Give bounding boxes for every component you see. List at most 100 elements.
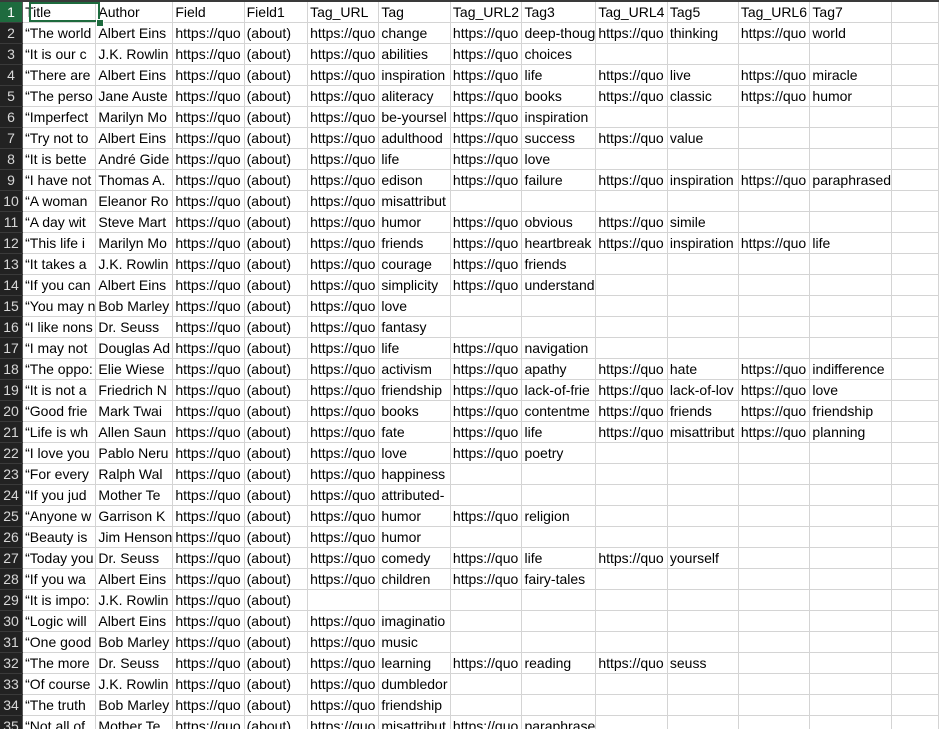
cell[interactable]: [809, 568, 893, 590]
cell[interactable]: https://quo: [595, 169, 668, 191]
row-header[interactable]: 33: [0, 673, 24, 695]
cell[interactable]: https://quo: [595, 232, 668, 254]
cell[interactable]: [450, 484, 523, 506]
cell[interactable]: (about): [244, 379, 309, 401]
cell[interactable]: https://quo: [738, 64, 811, 86]
cell[interactable]: https://quo: [307, 484, 380, 506]
cell[interactable]: [738, 106, 811, 128]
cell[interactable]: friends: [378, 232, 451, 254]
row-header[interactable]: 19: [0, 379, 24, 401]
header-cell[interactable]: Tag7: [809, 2, 893, 23]
cell[interactable]: [809, 526, 893, 548]
cell[interactable]: https://quo: [450, 274, 523, 296]
cell[interactable]: https://quo: [307, 148, 380, 170]
cell[interactable]: (about): [244, 316, 309, 338]
cell[interactable]: [809, 43, 893, 65]
cell[interactable]: https://quo: [307, 526, 380, 548]
cell[interactable]: [667, 484, 739, 506]
cell[interactable]: [891, 295, 939, 317]
cell[interactable]: paraphrased: [809, 169, 893, 191]
row-header[interactable]: 14: [0, 274, 24, 296]
cell[interactable]: [521, 526, 597, 548]
cell[interactable]: (about): [244, 127, 309, 149]
cell[interactable]: [667, 526, 739, 548]
cell[interactable]: [595, 442, 668, 464]
cell[interactable]: [521, 694, 597, 716]
cell[interactable]: https://quo: [172, 106, 245, 128]
cell[interactable]: Albert Eins: [95, 127, 174, 149]
cell[interactable]: “Beauty is: [22, 526, 97, 548]
cell[interactable]: [891, 148, 939, 170]
cell[interactable]: [595, 610, 668, 632]
row-header[interactable]: 26: [0, 526, 24, 548]
cell[interactable]: live: [667, 64, 739, 86]
row-header[interactable]: 24: [0, 484, 24, 506]
cell[interactable]: https://quo: [450, 337, 523, 359]
cell[interactable]: https://quo: [172, 358, 245, 380]
cell[interactable]: [667, 274, 739, 296]
cell[interactable]: Dr. Seuss: [95, 316, 174, 338]
cell[interactable]: Bob Marley: [95, 694, 174, 716]
cell[interactable]: https://quo: [172, 295, 245, 317]
cell[interactable]: https://quo: [307, 169, 380, 191]
cell[interactable]: religion: [521, 505, 597, 527]
cell[interactable]: friendship: [378, 379, 451, 401]
cell[interactable]: https://quo: [172, 589, 245, 611]
cell[interactable]: (about): [244, 673, 309, 695]
cell[interactable]: [891, 526, 939, 548]
cell[interactable]: “Good frie: [22, 400, 97, 422]
header-cell[interactable]: Tag_URL4: [595, 2, 668, 23]
row-header[interactable]: 3: [0, 43, 24, 65]
cell[interactable]: change: [378, 22, 451, 44]
cell[interactable]: https://quo: [307, 694, 380, 716]
cell[interactable]: hate: [667, 358, 739, 380]
cell[interactable]: [738, 694, 811, 716]
cell[interactable]: J.K. Rowlin: [95, 253, 174, 275]
cell[interactable]: [891, 274, 939, 296]
cell[interactable]: [738, 211, 811, 233]
cell[interactable]: [809, 211, 893, 233]
cell[interactable]: https://quo: [450, 715, 523, 729]
row-header[interactable]: 18: [0, 358, 24, 380]
header-cell[interactable]: Author: [95, 2, 174, 23]
cell[interactable]: children: [378, 568, 451, 590]
header-cell[interactable]: Field: [172, 2, 245, 23]
row-header[interactable]: 35: [0, 715, 24, 729]
cell[interactable]: “This life i: [22, 232, 97, 254]
cell[interactable]: choices: [521, 43, 597, 65]
cell[interactable]: “If you jud: [22, 484, 97, 506]
cell[interactable]: [891, 652, 939, 674]
cell[interactable]: [738, 505, 811, 527]
cell[interactable]: https://quo: [172, 43, 245, 65]
cell[interactable]: [667, 631, 739, 653]
cell[interactable]: “You may n: [22, 295, 97, 317]
cell[interactable]: Albert Eins: [95, 274, 174, 296]
cell[interactable]: “I have not: [22, 169, 97, 191]
header-cell[interactable]: Tag5: [667, 2, 739, 23]
cell[interactable]: happiness: [378, 463, 451, 485]
cell[interactable]: (about): [244, 547, 309, 569]
cell[interactable]: https://quo: [307, 211, 380, 233]
cell[interactable]: aliteracy: [378, 85, 451, 107]
cell[interactable]: “A day wit: [22, 211, 97, 233]
cell[interactable]: https://quo: [172, 421, 245, 443]
cell[interactable]: [738, 673, 811, 695]
cell[interactable]: (about): [244, 484, 309, 506]
cell[interactable]: [891, 442, 939, 464]
cell[interactable]: https://quo: [450, 379, 523, 401]
cell[interactable]: (about): [244, 274, 309, 296]
cell[interactable]: [595, 673, 668, 695]
header-cell[interactable]: Title: [22, 2, 97, 23]
cell[interactable]: https://quo: [595, 652, 668, 674]
cell[interactable]: https://quo: [450, 232, 523, 254]
cell[interactable]: [595, 295, 668, 317]
cell[interactable]: https://quo: [307, 316, 380, 338]
cell[interactable]: “It is not a: [22, 379, 97, 401]
cell[interactable]: “There are: [22, 64, 97, 86]
cell[interactable]: (about): [244, 463, 309, 485]
cell[interactable]: “The more: [22, 652, 97, 674]
cell[interactable]: [891, 568, 939, 590]
cell[interactable]: lack-of-frie: [521, 379, 597, 401]
cell[interactable]: failure: [521, 169, 597, 191]
cell[interactable]: heartbreak: [521, 232, 597, 254]
